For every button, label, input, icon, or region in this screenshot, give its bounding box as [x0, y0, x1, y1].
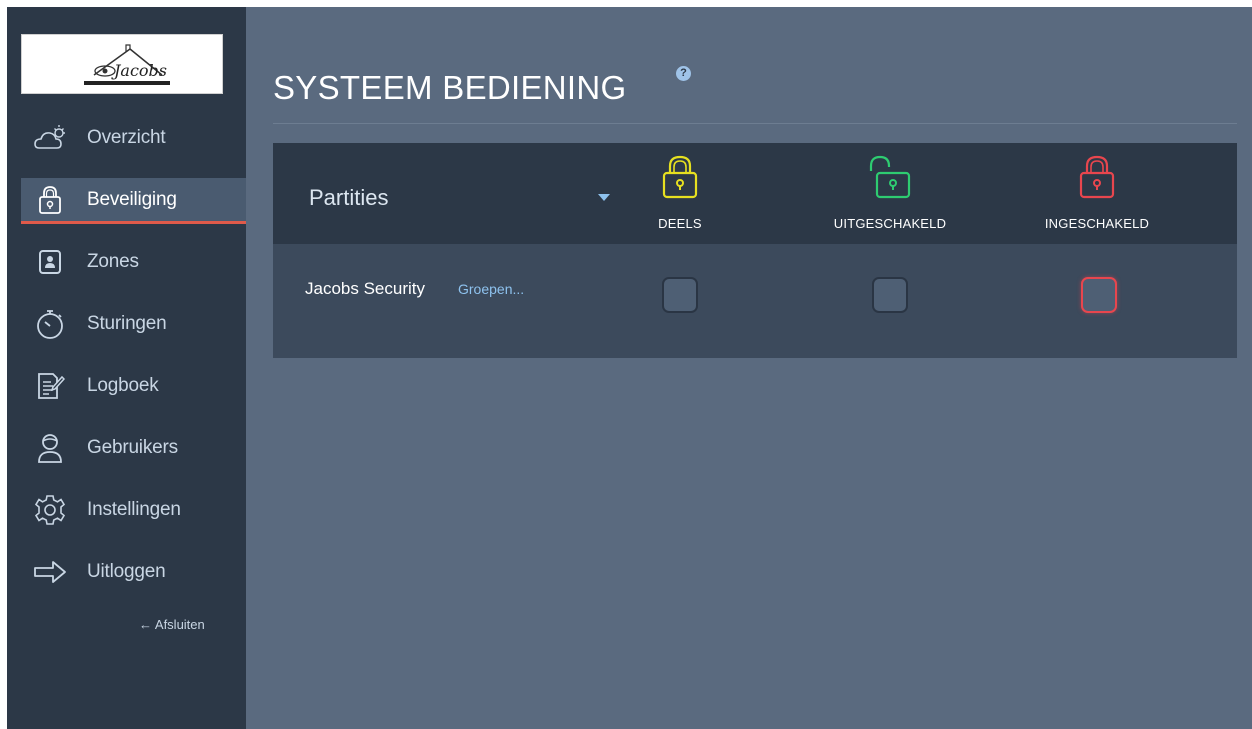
mode-label: INGESCHAKELD [1044, 216, 1150, 231]
mode-uitgeschakeld[interactable]: UITGESCHAKELD [810, 143, 970, 244]
weather-icon [33, 121, 67, 155]
sidebar-item-label: Overzicht [87, 127, 166, 148]
mode-label: DEELS [658, 216, 702, 231]
company-logo[interactable]: Jacobs [21, 34, 223, 94]
log-icon [33, 369, 67, 403]
partition-name: Jacobs Security [305, 279, 425, 298]
sidebar-item-zones[interactable]: Zones [7, 231, 246, 293]
app-window: Jacobs Overzicht Beveiliging Zones Sturi… [7, 7, 1252, 729]
gear-icon [33, 493, 67, 527]
lock-closed-icon [662, 155, 698, 199]
page-title: SYSTEEM BEDIENING [273, 69, 627, 106]
checkbox-uitgeschakeld[interactable] [872, 277, 908, 313]
sidebar-item-label: Zones [87, 251, 139, 272]
title-divider [273, 123, 1237, 124]
sidebar-item-label: Gebruikers [87, 437, 178, 458]
logout-arrow-icon [33, 555, 67, 589]
sidebar-item-label: Instellingen [87, 499, 181, 520]
sidebar-item-instellingen[interactable]: Instellingen [7, 479, 246, 541]
sidebar-item-overzicht[interactable]: Overzicht [7, 107, 246, 169]
partition-panel: Partities DEELS UITGESCHAKELD INGESCHAKE… [273, 143, 1237, 358]
partities-label: Partities [309, 185, 389, 210]
mode-deels[interactable]: DEELS [600, 143, 760, 244]
sidebar-item-sturingen[interactable]: Sturingen [7, 293, 246, 355]
zone-icon [33, 245, 67, 279]
sidebar-item-label: Sturingen [87, 313, 167, 334]
mode-ingeschakeld[interactable]: INGESCHAKELD [1017, 143, 1177, 244]
svg-text:Jacobs: Jacobs [111, 61, 167, 80]
sidebar-nav: Overzicht Beveiliging Zones Sturingen Lo… [7, 107, 246, 603]
panel-header: Partities DEELS UITGESCHAKELD INGESCHAKE… [273, 143, 1237, 244]
sidebar-item-gebruikers[interactable]: Gebruikers [7, 417, 246, 479]
help-icon[interactable]: ? [676, 66, 691, 81]
lock-icon [33, 183, 67, 217]
sidebar-item-beveiliging[interactable]: Beveiliging [7, 169, 246, 231]
checkbox-ingeschakeld[interactable] [1081, 277, 1117, 313]
mode-label: UITGESCHAKELD [833, 216, 947, 231]
lock-closed-icon [1079, 155, 1115, 199]
sidebar: Jacobs Overzicht Beveiliging Zones Sturi… [7, 7, 246, 729]
sidebar-item-label: Logboek [87, 375, 159, 396]
groups-link[interactable]: Groepen... [458, 281, 524, 297]
user-icon [33, 431, 67, 465]
lock-open-icon [869, 155, 911, 199]
sidebar-item-label: Beveiliging [87, 189, 177, 210]
sidebar-item-label: Uitloggen [87, 561, 166, 582]
sidebar-item-uitloggen[interactable]: Uitloggen [7, 541, 246, 603]
checkbox-deels[interactable] [662, 277, 698, 313]
sidebar-item-logboek[interactable]: Logboek [7, 355, 246, 417]
close-sidebar-link[interactable]: ← Afsluiten [139, 617, 205, 632]
timer-icon [33, 307, 67, 341]
